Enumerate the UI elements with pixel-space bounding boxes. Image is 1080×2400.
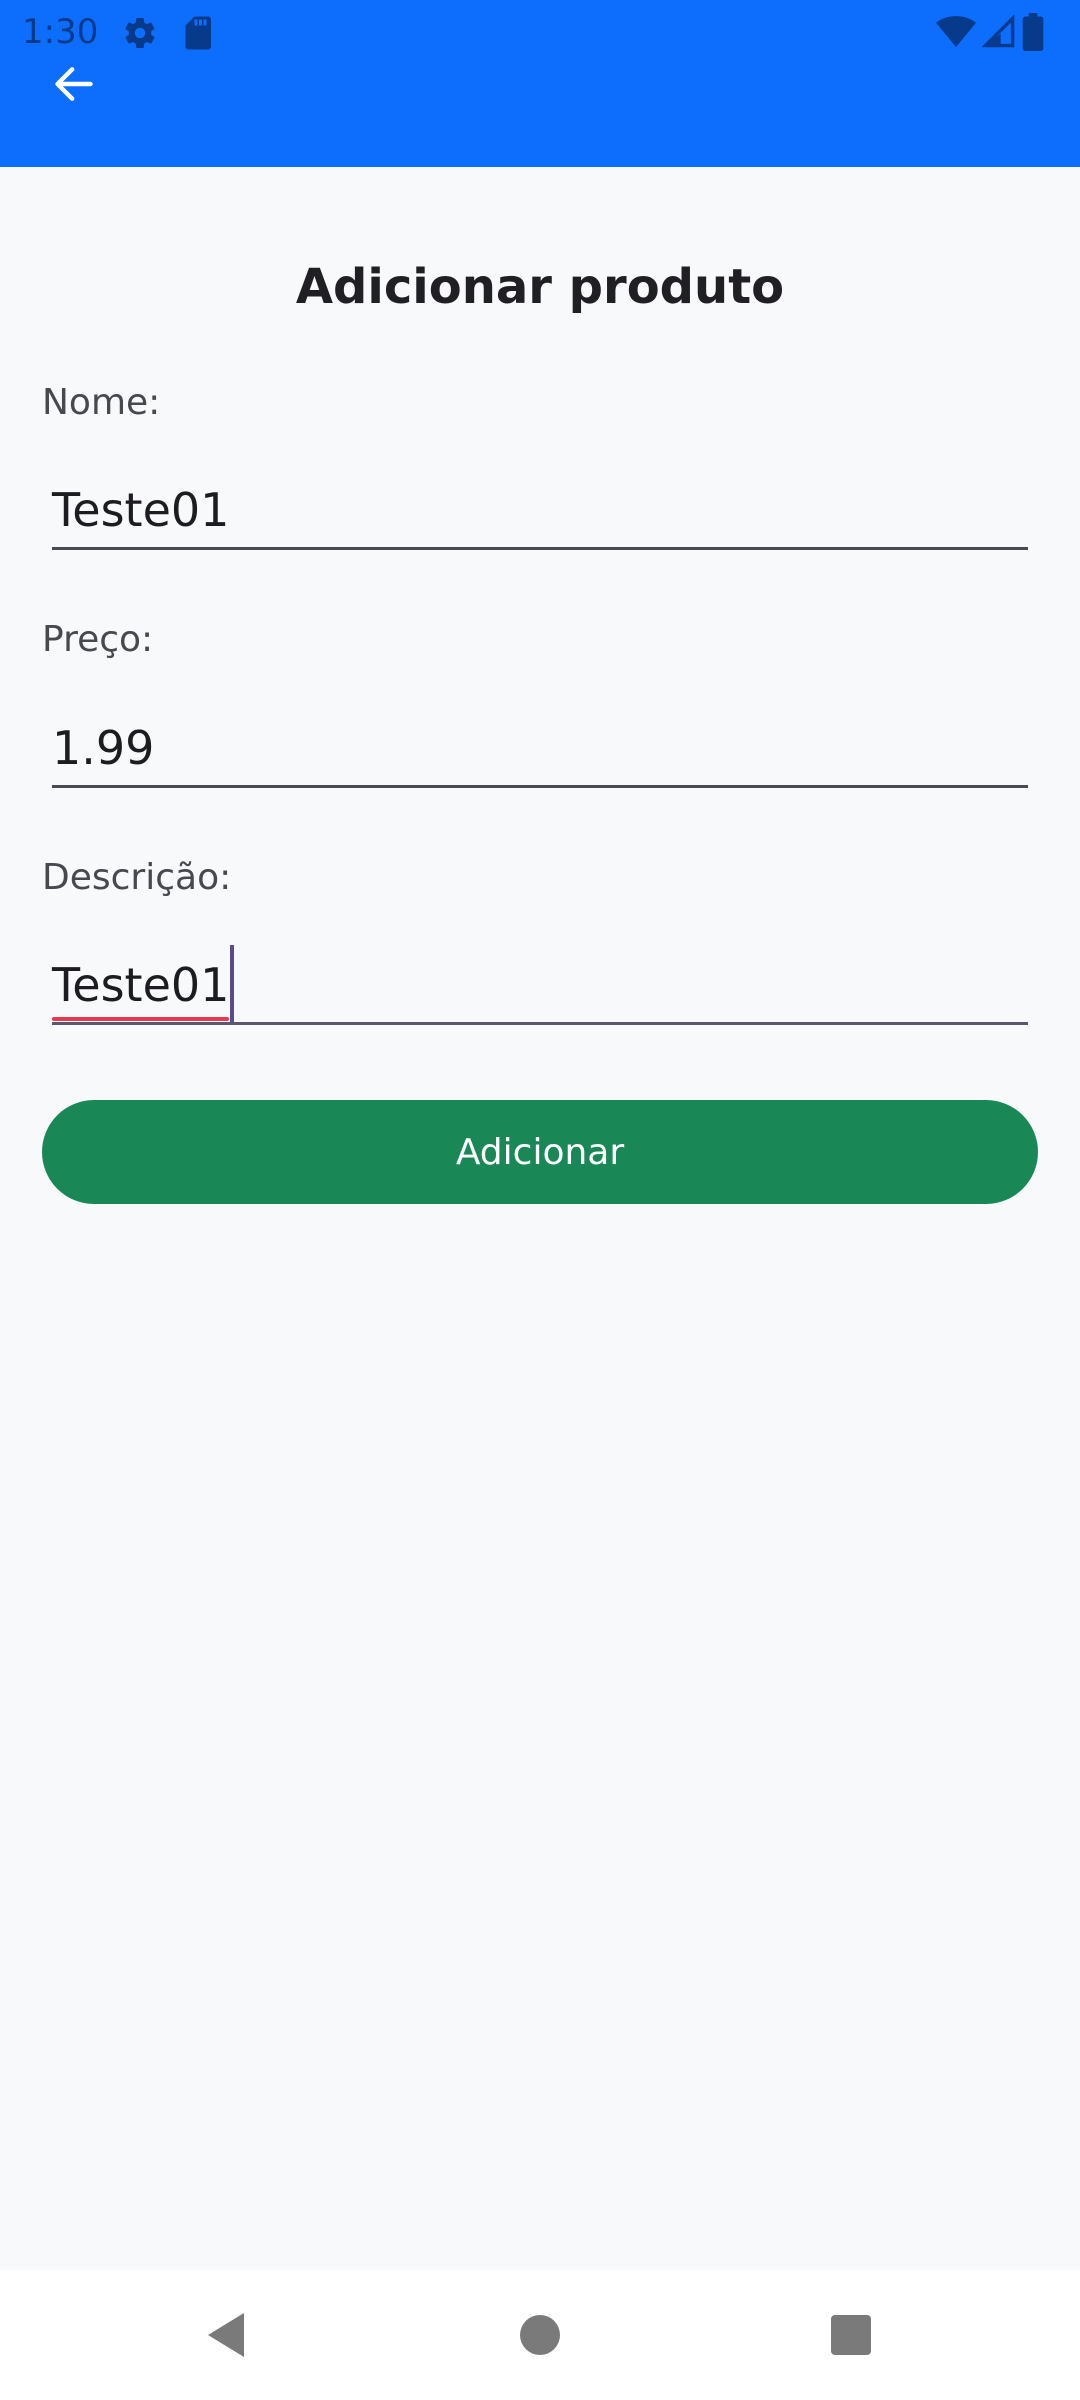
wifi-icon — [936, 16, 976, 47]
arrow-left-icon — [55, 67, 93, 101]
preco-label: Preço: — [42, 619, 154, 660]
sd-card-icon — [185, 16, 211, 50]
text-cursor — [230, 945, 235, 1023]
cellular-signal-icon — [982, 15, 1015, 48]
adicionar-button[interactable]: Adicionar — [42, 1100, 1038, 1204]
gear-icon — [125, 18, 155, 49]
nome-label: Nome: — [42, 382, 161, 423]
recents-square-icon — [831, 2315, 871, 2355]
nav-back-button[interactable] — [191, 2300, 261, 2370]
preco-value: 1.99 — [52, 721, 155, 775]
nav-home-button[interactable] — [505, 2300, 575, 2370]
descricao-value: Teste01 — [52, 958, 230, 1012]
home-circle-icon — [520, 2315, 560, 2355]
nome-value: Teste01 — [52, 483, 230, 537]
status-time: 1:30 — [22, 12, 99, 52]
descricao-label: Descrição: — [42, 857, 232, 898]
adicionar-button-label: Adicionar — [455, 1131, 625, 1173]
nav-recents-button[interactable] — [816, 2300, 886, 2370]
back-triangle-icon — [208, 2313, 244, 2357]
preco-input[interactable]: 1.99 — [52, 708, 1028, 788]
navigation-bar — [0, 2270, 1080, 2400]
app-bar: 1:30 — [0, 0, 1080, 167]
page-title: Adicionar produto — [295, 259, 785, 315]
descricao-input[interactable]: Teste01 — [52, 945, 1028, 1025]
status-right-icons — [936, 12, 1044, 52]
back-button[interactable] — [34, 52, 114, 116]
descricao-value-wrap: Teste01 — [52, 945, 230, 1025]
battery-icon — [1022, 13, 1044, 51]
spellcheck-underline — [52, 1017, 230, 1021]
nome-input[interactable]: Teste01 — [52, 470, 1028, 550]
